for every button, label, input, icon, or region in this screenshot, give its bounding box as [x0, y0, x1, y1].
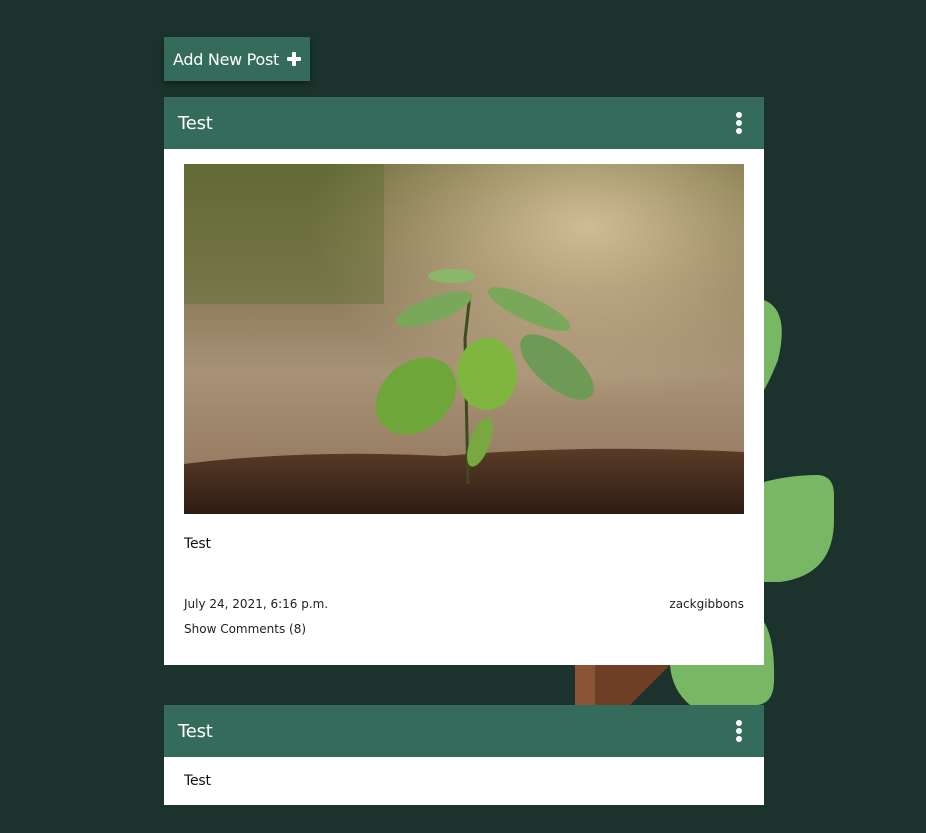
post-card: Test Test: [164, 705, 764, 805]
show-comments-link[interactable]: Show Comments (8): [184, 622, 306, 636]
plus-icon: [286, 52, 301, 66]
post-header: Test: [164, 97, 764, 149]
add-new-post-button[interactable]: Add New Post: [164, 37, 310, 81]
leaf-shape: [764, 475, 834, 582]
post-meta: July 24, 2021, 6:16 p.m. zackgibbons: [184, 597, 744, 611]
post-text: Test: [184, 773, 211, 789]
post-header: Test: [164, 705, 764, 757]
kebab-menu-icon[interactable]: [734, 112, 744, 134]
post-date: July 24, 2021, 6:16 p.m.: [184, 597, 329, 611]
trunk-shape: [595, 665, 670, 705]
post-image: [184, 164, 744, 514]
post-author[interactable]: zackgibbons: [669, 597, 744, 611]
kebab-menu-icon[interactable]: [734, 720, 744, 742]
post-card: Test Test July 24, 2021, 6:16 p.m. zackg…: [164, 97, 764, 665]
post-title: Test: [178, 112, 213, 134]
post-text: Test: [184, 536, 211, 552]
add-new-post-label: Add New Post: [173, 49, 279, 69]
leaf-shape: [764, 300, 782, 390]
post-title: Test: [178, 720, 213, 742]
trunk-shape: [575, 665, 595, 705]
